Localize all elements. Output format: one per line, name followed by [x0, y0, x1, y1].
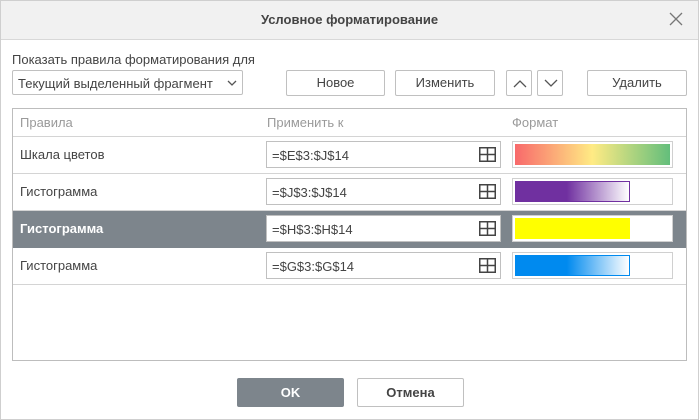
range-input[interactable]: =$J$3:$J$14 [266, 178, 501, 205]
edit-rule-button[interactable]: Изменить [395, 70, 495, 96]
grid-icon[interactable] [479, 258, 496, 273]
ok-button[interactable]: OK [237, 378, 344, 407]
format-preview [512, 178, 673, 205]
move-up-button[interactable] [506, 70, 532, 96]
rule-name: Гистограмма [20, 184, 98, 199]
header-format: Формат [512, 115, 559, 130]
scope-select-value: Текущий выделенный фрагмент [18, 76, 213, 91]
conditional-formatting-dialog: Условное форматирование Показать правила… [0, 0, 699, 420]
header-rules: Правила [20, 115, 73, 130]
table-row[interactable]: Гистограмма =$J$3:$J$14 [13, 174, 686, 211]
grid-icon[interactable] [479, 184, 496, 199]
close-icon[interactable] [668, 11, 684, 27]
delete-rule-button[interactable]: Удалить [587, 70, 687, 96]
table-row[interactable]: Гистограмма =$H$3:$H$14 [13, 211, 686, 248]
range-value: =$G$3:$G$14 [272, 259, 355, 274]
range-input[interactable]: =$E$3:$J$14 [266, 141, 501, 168]
table-row[interactable]: Шкала цветов =$E$3:$J$14 [13, 137, 686, 174]
format-fill [515, 144, 670, 165]
dialog-titlebar: Условное форматирование [1, 1, 698, 40]
chevron-up-icon [513, 80, 527, 88]
rules-table: Правила Применить к Формат Шкала цветов … [12, 108, 687, 361]
range-value: =$H$3:$H$14 [272, 222, 353, 237]
show-rules-label: Показать правила форматирования для [12, 52, 255, 67]
range-input[interactable]: =$H$3:$H$14 [266, 215, 501, 242]
grid-icon[interactable] [479, 221, 496, 236]
chevron-down-icon [227, 80, 237, 86]
dialog-title: Условное форматирование [260, 12, 439, 27]
format-preview [512, 141, 673, 168]
move-down-button[interactable] [537, 70, 563, 96]
rule-name: Гистограмма [20, 258, 98, 273]
cancel-button[interactable]: Отмена [357, 378, 464, 407]
range-value: =$J$3:$J$14 [272, 185, 347, 200]
rules-table-header: Правила Применить к Формат [13, 109, 686, 137]
format-fill [515, 255, 630, 276]
range-input[interactable]: =$G$3:$G$14 [266, 252, 501, 279]
grid-icon[interactable] [479, 147, 496, 162]
scope-select[interactable]: Текущий выделенный фрагмент [12, 70, 243, 95]
rule-name: Гистограмма [20, 221, 104, 236]
table-row[interactable]: Гистограмма =$G$3:$G$14 [13, 248, 686, 285]
format-preview [512, 252, 673, 279]
header-apply-to: Применить к [267, 115, 344, 130]
format-fill [515, 218, 630, 239]
rule-name: Шкала цветов [20, 147, 105, 162]
new-rule-button[interactable]: Новое [286, 70, 385, 96]
chevron-down-icon [544, 79, 558, 87]
format-fill [515, 181, 630, 202]
format-preview [512, 215, 673, 242]
range-value: =$E$3:$J$14 [272, 148, 349, 163]
